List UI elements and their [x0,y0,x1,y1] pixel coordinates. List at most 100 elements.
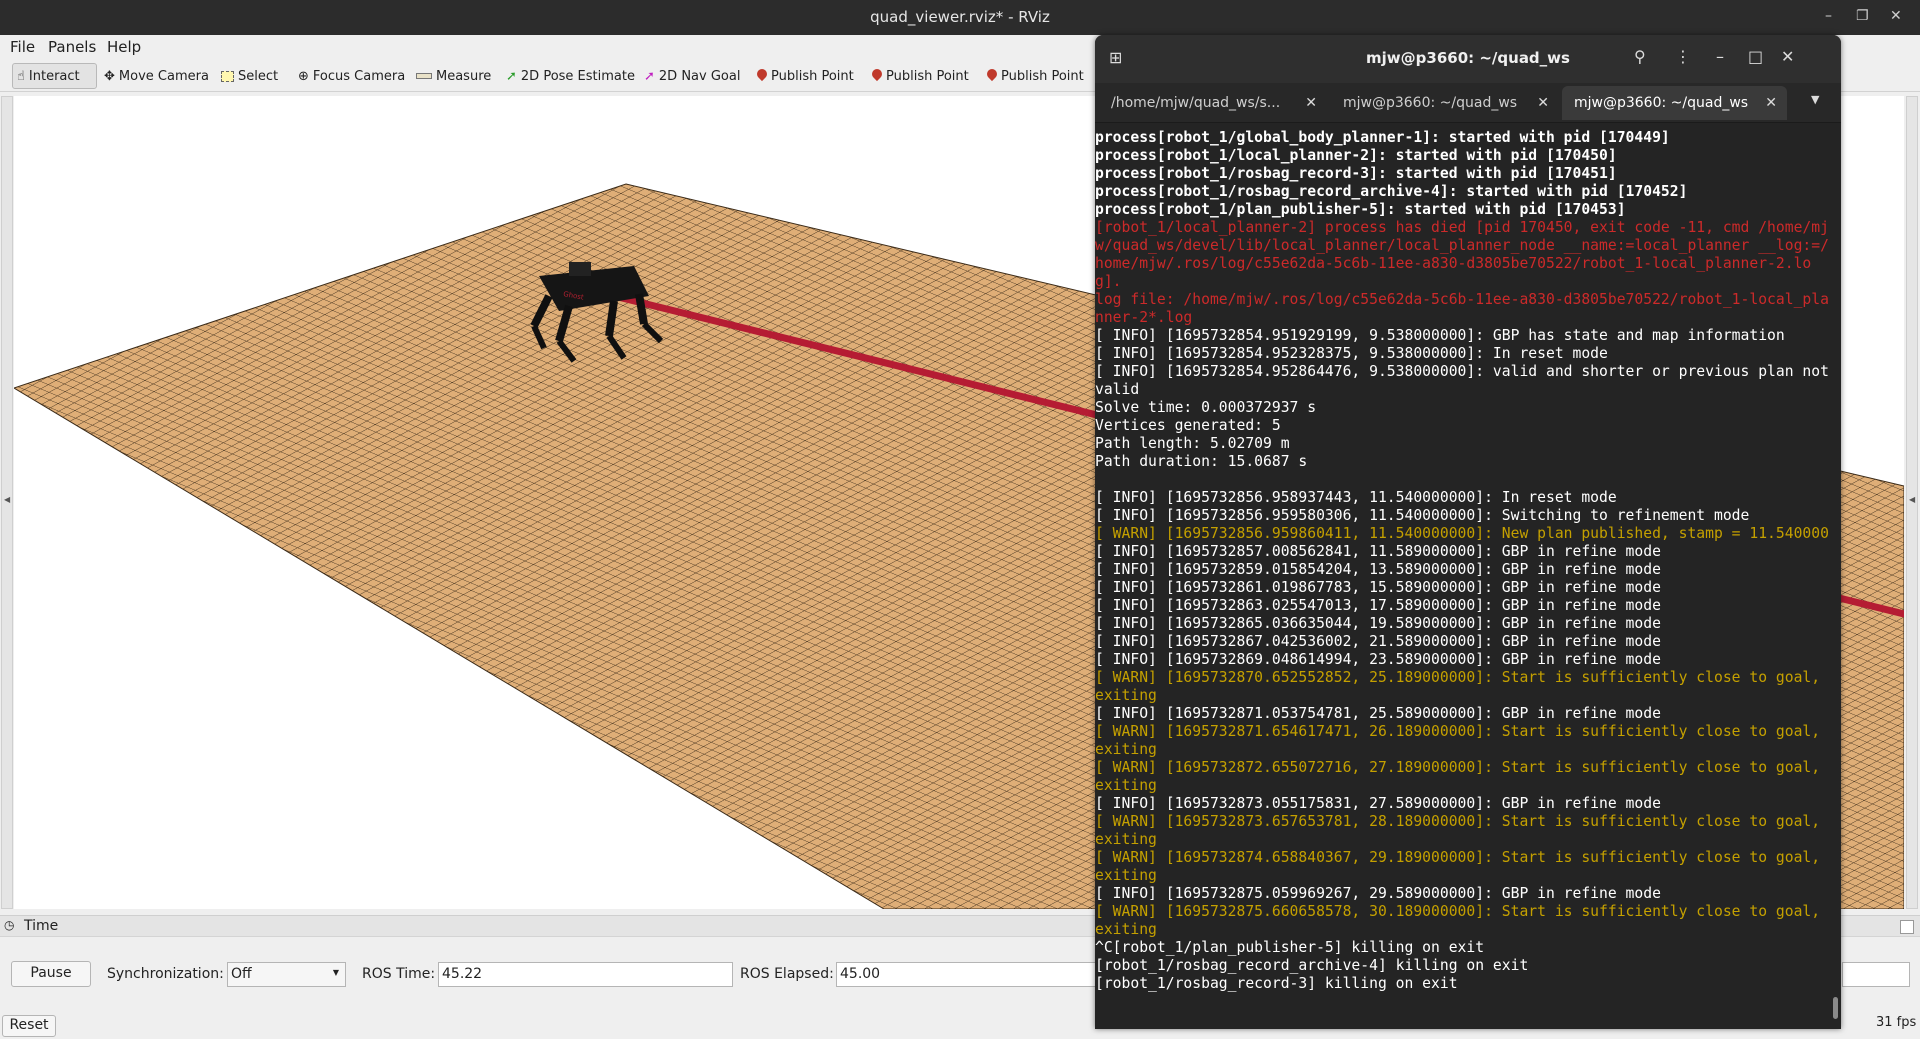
terminal-line: process[robot_1/global_body_planner-1]: … [1095,129,1670,146]
menu-file[interactable]: File [10,38,35,56]
nav-goal-label: 2D Nav Goal [658,68,741,84]
terminal-line: Path duration: 15.0687 s [1095,453,1308,470]
pose-estimate-tool-button[interactable]: ➚ 2D Pose Estimate [502,63,639,89]
terminal-line: [ INFO] [1695732857.008562841, 11.589000… [1095,543,1661,560]
terminal-tab-label: /home/mjw/quad_ws/s... [1111,95,1281,111]
magenta-arrow-icon: ➚ [644,68,655,84]
map-pin-icon [757,69,767,83]
terminal-line: [ INFO] [1695732875.059969267, 29.589000… [1095,885,1661,902]
terminal-line: [ INFO] [1695732854.951929199, 9.5380000… [1095,327,1785,344]
terminal-line: [ INFO] [1695732854.952864476, 9.5380000… [1095,363,1829,398]
select-label: Select [238,68,279,84]
terminal-tab-3[interactable]: mjw@p3660: ~/quad_ws ✕ [1562,86,1787,120]
terminal-line: [ INFO] [1695732871.053754781, 25.589000… [1095,705,1661,722]
terminal-line: process[robot_1/local_planner-2]: starte… [1095,147,1617,164]
kebab-menu-icon[interactable]: ⋮ [1675,47,1691,66]
terminal-scrollbar[interactable] [1833,997,1838,1019]
move-camera-label: Move Camera [118,68,209,84]
minimize-icon[interactable]: – [1716,47,1724,66]
tab-close-icon[interactable]: ✕ [1765,86,1777,120]
publish-point-tool-button-1[interactable]: Publish Point [753,63,858,89]
terminal-line: [ INFO] [1695732873.055175831, 27.589000… [1095,795,1661,812]
publish-point-label: Publish Point [886,68,969,84]
tab-close-icon[interactable]: ✕ [1537,86,1549,120]
terminal-line: [ INFO] [1695732869.048614994, 23.589000… [1095,651,1661,668]
terminal-line: [ WARN] [1695732856.959860411, 11.540000… [1095,525,1829,542]
terminal-line: Solve time: 0.000372937 s [1095,399,1317,416]
hand-pointer-icon: ☝ [17,68,25,84]
terminal-tab-label: mjw@p3660: ~/quad_ws [1574,95,1749,111]
pause-button[interactable]: Pause [11,961,91,987]
terminal-title: mjw@p3660: ~/quad_ws [1366,49,1570,67]
measure-label: Measure [436,68,492,84]
menu-help[interactable]: Help [107,38,141,56]
terminal-line: [robot_1/rosbag_record-3] killing on exi… [1095,975,1458,992]
move-camera-tool-button[interactable]: ✥ Move Camera [100,63,213,89]
map-pin-icon [987,69,997,83]
focus-camera-tool-button[interactable]: ⊕ Focus Camera [294,63,409,89]
window-titlebar: quad_viewer.rviz* - RViz – ❐ ✕ [0,0,1920,35]
terminal-line: [ INFO] [1695732854.952328375, 9.5380000… [1095,345,1608,362]
terminal-tab-2[interactable]: mjw@p3660: ~/quad_ws ✕ [1331,86,1559,120]
ros-time-field[interactable]: 45.22 [438,962,733,987]
terminal-line: [robot_1/rosbag_record_archive-4] killin… [1095,957,1529,974]
terminal-line: [ INFO] [1695732861.019867783, 15.589000… [1095,579,1661,596]
green-arrow-icon: ➚ [506,68,517,84]
crosshair-icon: ⊕ [298,68,309,84]
move-arrows-icon: ✥ [104,68,115,84]
map-pin-icon [872,69,882,83]
ros-elapsed-field[interactable]: 45.00 [836,962,1106,987]
terminal-line: [ INFO] [1695732856.958937443, 11.540000… [1095,489,1617,506]
terminal-line: process[robot_1/plan_publisher-5]: start… [1095,201,1626,218]
terminal-tab-1[interactable]: /home/mjw/quad_ws/s... ✕ [1099,86,1327,120]
terminal-line: [ WARN] [1695732875.660658578, 30.189000… [1095,903,1829,938]
terminal-line: [ INFO] [1695732856.959580306, 11.540000… [1095,507,1750,524]
select-tool-button[interactable]: Select [217,63,282,89]
terminal-line: [ WARN] [1695732870.652552852, 25.189000… [1095,669,1829,704]
maximize-icon[interactable]: ❐ [1856,8,1869,24]
close-icon[interactable]: ✕ [1781,47,1794,66]
publish-point-label: Publish Point [1001,68,1084,84]
publish-point-label: Publish Point [771,68,854,84]
terminal-line: log file: /home/mjw/.ros/log/c55e62da-5c… [1095,291,1829,326]
terminal-line: [ INFO] [1695732859.015854204, 13.589000… [1095,561,1661,578]
menu-panels[interactable]: Panels [48,38,96,56]
ruler-icon [416,73,432,79]
terminal-line: process[robot_1/rosbag_record-3]: starte… [1095,165,1617,182]
close-icon[interactable]: ✕ [1890,8,1902,24]
reset-button[interactable]: Reset [2,1015,56,1037]
terminal-line: [ INFO] [1695732865.036635044, 19.589000… [1095,615,1661,632]
fps-counter: 31 fps [1876,1015,1917,1030]
terminal-line: [ WARN] [1695732873.657653781, 28.189000… [1095,813,1829,848]
terminal-line: process[robot_1/rosbag_record_archive-4]… [1095,183,1688,200]
maximize-icon[interactable]: □ [1748,47,1763,66]
terminal-window: ⊞ mjw@p3660: ~/quad_ws ⚲ ⋮ – □ ✕ /home/m… [1095,35,1841,1029]
nav-goal-tool-button[interactable]: ➚ 2D Nav Goal [640,63,744,89]
pose-estimate-label: 2D Pose Estimate [520,68,635,84]
window-title: quad_viewer.rviz* - RViz [870,8,1050,26]
publish-point-tool-button-2[interactable]: Publish Point [868,63,973,89]
terminal-line: ^C[robot_1/plan_publisher-5] killing on … [1095,939,1485,956]
minimize-icon[interactable]: – [1825,8,1832,24]
synchronization-value: Off [231,966,252,982]
terminal-output[interactable]: process[robot_1/global_body_planner-1]: … [1095,129,1831,1024]
search-icon[interactable]: ⚲ [1634,47,1646,66]
tab-close-icon[interactable]: ✕ [1305,86,1317,120]
time-panel-title: Time [24,918,59,934]
terminal-tab-label: mjw@p3660: ~/quad_ws [1343,95,1518,111]
terminal-tab-bar: /home/mjw/quad_ws/s... ✕ mjw@p3660: ~/qu… [1095,83,1841,123]
terminal-headerbar: ⊞ mjw@p3660: ~/quad_ws ⚲ ⋮ – □ ✕ [1095,35,1841,83]
left-dock-handle[interactable]: ◀ [1,96,13,909]
wall-elapsed-field[interactable] [1842,962,1910,987]
ros-elapsed-label: ROS Elapsed: [740,966,834,982]
interact-tool-button[interactable]: ☝ Interact [12,63,97,89]
clock-icon: ◷ [4,918,15,932]
right-dock-handle[interactable]: ◀ [1906,96,1918,909]
synchronization-select[interactable]: Off ▼ [227,962,346,987]
tab-list-dropdown-icon[interactable]: ▼ [1811,93,1819,106]
publish-point-tool-button-3[interactable]: Publish Point [983,63,1088,89]
panel-close-checkbox[interactable] [1900,920,1914,934]
terminal-line: [ INFO] [1695732867.042536002, 21.589000… [1095,633,1661,650]
measure-tool-button[interactable]: Measure [412,63,495,89]
